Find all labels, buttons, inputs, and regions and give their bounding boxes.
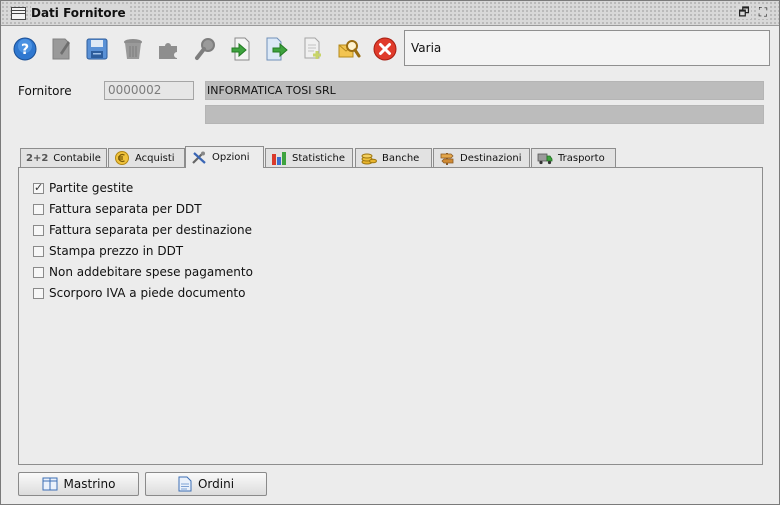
tab-banche-label: Banche <box>382 152 420 164</box>
document-icon <box>178 476 192 492</box>
tab-trasporto-label: Trasporto <box>558 152 605 164</box>
tab-contabile-label: Contabile <box>53 152 101 164</box>
tab-acquisti-label: Acquisti <box>135 152 175 164</box>
delete-icon <box>124 39 142 59</box>
option-label: Stampa prezzo in DDT <box>49 244 184 258</box>
checkbox-non-addebitare-spese[interactable] <box>33 266 44 278</box>
checkbox-partite-gestite[interactable] <box>33 181 44 194</box>
mode-label: Varia <box>404 30 770 66</box>
fornitore-label: Fornitore <box>18 84 72 98</box>
option-non-addebitare-spese[interactable]: Non addebitare spese pagamento <box>33 264 253 280</box>
import-icon <box>231 37 250 61</box>
ledger-icon <box>42 477 58 491</box>
export-button[interactable] <box>263 34 291 64</box>
search-button[interactable] <box>191 34 219 64</box>
maximize-window-button[interactable]: ⛶ <box>756 5 770 19</box>
save-button[interactable] <box>83 34 111 64</box>
restore-window-button[interactable]: 🗗 <box>737 5 751 19</box>
option-label: Scorporo IVA a piede documento <box>49 286 246 300</box>
edit-button[interactable] <box>47 34 75 64</box>
tab-destinazioni[interactable]: Destinazioni <box>433 148 530 167</box>
import-button[interactable] <box>227 34 255 64</box>
help-button[interactable]: ? <box>11 34 39 64</box>
checkbox-scorporo-iva[interactable] <box>33 287 44 299</box>
option-label: Partite gestite <box>49 181 134 195</box>
tab-destinazioni-label: Destinazioni <box>460 152 522 164</box>
checkbox-stampa-prezzo-ddt[interactable] <box>33 245 44 257</box>
tab-statistiche-label: Statistiche <box>292 152 345 164</box>
checkbox-fattura-separata-destinazione[interactable] <box>33 224 44 236</box>
tab-banche[interactable]: Banche <box>355 148 432 167</box>
tab-statistiche[interactable]: Statistiche <box>265 148 353 167</box>
opzioni-panel: Partite gestite Fattura separata per DDT… <box>18 167 763 465</box>
help-icon: ? <box>13 37 37 61</box>
option-fattura-separata-destinazione[interactable]: Fattura separata per destinazione <box>33 222 252 238</box>
calculator-icon: 2+2 <box>26 152 49 164</box>
edit-icon <box>52 38 70 60</box>
puzzle-icon <box>159 43 177 59</box>
option-stampa-prezzo-ddt[interactable]: Stampa prezzo in DDT <box>33 243 183 259</box>
tools-icon <box>192 151 206 164</box>
new-document-button[interactable] <box>299 34 327 64</box>
euro-icon <box>115 151 129 165</box>
checkbox-fattura-separata-ddt[interactable] <box>33 203 44 215</box>
option-partite-gestite[interactable]: Partite gestite <box>33 180 133 196</box>
title-bar[interactable]: Dati Fornitore 🗗 ⛶ <box>1 1 779 26</box>
option-scorporo-iva[interactable]: Scorporo IVA a piede documento <box>33 285 245 301</box>
tab-trasporto[interactable]: Trasporto <box>531 148 616 167</box>
option-label: Fattura separata per DDT <box>49 202 202 216</box>
tab-opzioni-label: Opzioni <box>212 152 250 163</box>
toolbar: ? <box>9 30 401 68</box>
fornitore-name2-field[interactable] <box>205 105 764 124</box>
fornitore-name-field[interactable]: INFORMATICA TOSI SRL <box>205 81 764 100</box>
ordini-button[interactable]: Ordini <box>145 472 267 496</box>
dati-fornitore-window: Dati Fornitore 🗗 ⛶ ? Varia Fornitore 000… <box>0 0 780 505</box>
new-document-icon <box>304 37 321 59</box>
window-icon <box>11 7 26 20</box>
mastrino-button-label: Mastrino <box>63 477 116 491</box>
option-label: Non addebitare spese pagamento <box>49 265 253 279</box>
tab-contabile[interactable]: 2+2 Contabile <box>20 148 107 167</box>
coins-icon <box>361 153 377 165</box>
bar-chart-icon <box>272 152 286 165</box>
signpost-icon <box>440 153 454 165</box>
tab-acquisti[interactable]: Acquisti <box>108 148 185 167</box>
option-label: Fattura separata per destinazione <box>49 223 252 237</box>
save-icon <box>86 38 108 60</box>
ordini-button-label: Ordini <box>197 477 235 491</box>
delete-button[interactable] <box>119 34 147 64</box>
close-button[interactable] <box>371 34 399 64</box>
tab-opzioni[interactable]: Opzioni <box>185 146 264 168</box>
find-user-button[interactable] <box>335 34 363 64</box>
search-icon <box>195 38 215 60</box>
mastrino-button[interactable]: Mastrino <box>18 472 139 496</box>
option-fattura-separata-ddt[interactable]: Fattura separata per DDT <box>33 201 202 217</box>
link-button[interactable] <box>155 34 183 64</box>
fornitore-code-field[interactable]: 0000002 <box>104 81 194 100</box>
svg-text:?: ? <box>21 42 29 58</box>
export-icon <box>266 37 288 61</box>
window-title: Dati Fornitore <box>31 5 130 21</box>
close-icon <box>373 37 397 61</box>
truck-icon <box>537 153 553 165</box>
find-user-icon <box>338 40 361 58</box>
